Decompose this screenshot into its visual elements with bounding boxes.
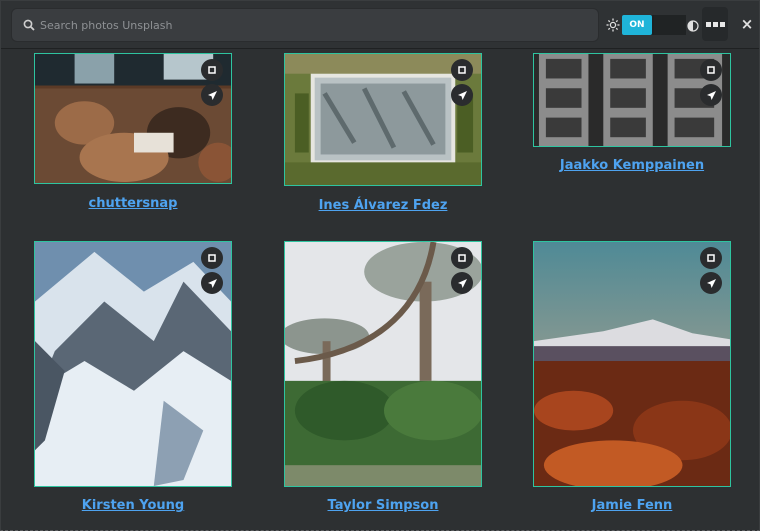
square-icon (707, 66, 715, 74)
set-wallpaper-button[interactable] (700, 247, 722, 269)
paper-plane-icon (706, 90, 716, 100)
set-wallpaper-button[interactable] (201, 247, 223, 269)
menu-dots-icon (705, 21, 711, 27)
square-icon (707, 254, 715, 262)
share-button[interactable] (201, 84, 223, 106)
menu-dot (719, 21, 725, 27)
search-box[interactable] (11, 8, 599, 42)
square-icon (208, 66, 216, 74)
share-button[interactable] (201, 272, 223, 294)
author-link[interactable]: Ines Álvarez Fdez (284, 198, 482, 213)
square-icon (458, 66, 466, 74)
share-button[interactable] (451, 84, 473, 106)
share-button[interactable] (451, 272, 473, 294)
paper-plane-icon (457, 90, 467, 100)
search-icon (18, 19, 40, 31)
sun-icon (606, 17, 620, 32)
author-link[interactable]: Kirsten Young (34, 498, 232, 513)
dark-mode-toggle[interactable]: ON (622, 15, 686, 35)
close-button[interactable]: × (738, 15, 756, 33)
share-button[interactable] (700, 272, 722, 294)
author-link[interactable]: chuttersnap (34, 196, 232, 211)
menu-button[interactable] (702, 7, 728, 41)
toggle-knob (654, 15, 686, 35)
author-link[interactable]: Jamie Fenn (533, 498, 731, 513)
half-moon-icon (687, 17, 699, 32)
search-input[interactable] (40, 9, 598, 41)
paper-plane-icon (207, 90, 217, 100)
share-button[interactable] (700, 84, 722, 106)
paper-plane-icon (457, 278, 467, 288)
app-window: ON × (0, 0, 760, 531)
header-bar: ON × (1, 1, 759, 49)
toggle-on-label: ON (622, 15, 652, 35)
author-link[interactable]: Taylor Simpson (284, 498, 482, 513)
paper-plane-icon (706, 278, 716, 288)
menu-dot (712, 21, 718, 27)
square-icon (208, 254, 216, 262)
set-wallpaper-button[interactable] (451, 247, 473, 269)
square-icon (458, 254, 466, 262)
set-wallpaper-button[interactable] (451, 59, 473, 81)
author-link[interactable]: Jaakko Kemppainen (533, 158, 731, 173)
set-wallpaper-button[interactable] (201, 59, 223, 81)
set-wallpaper-button[interactable] (700, 59, 722, 81)
paper-plane-icon (207, 278, 217, 288)
